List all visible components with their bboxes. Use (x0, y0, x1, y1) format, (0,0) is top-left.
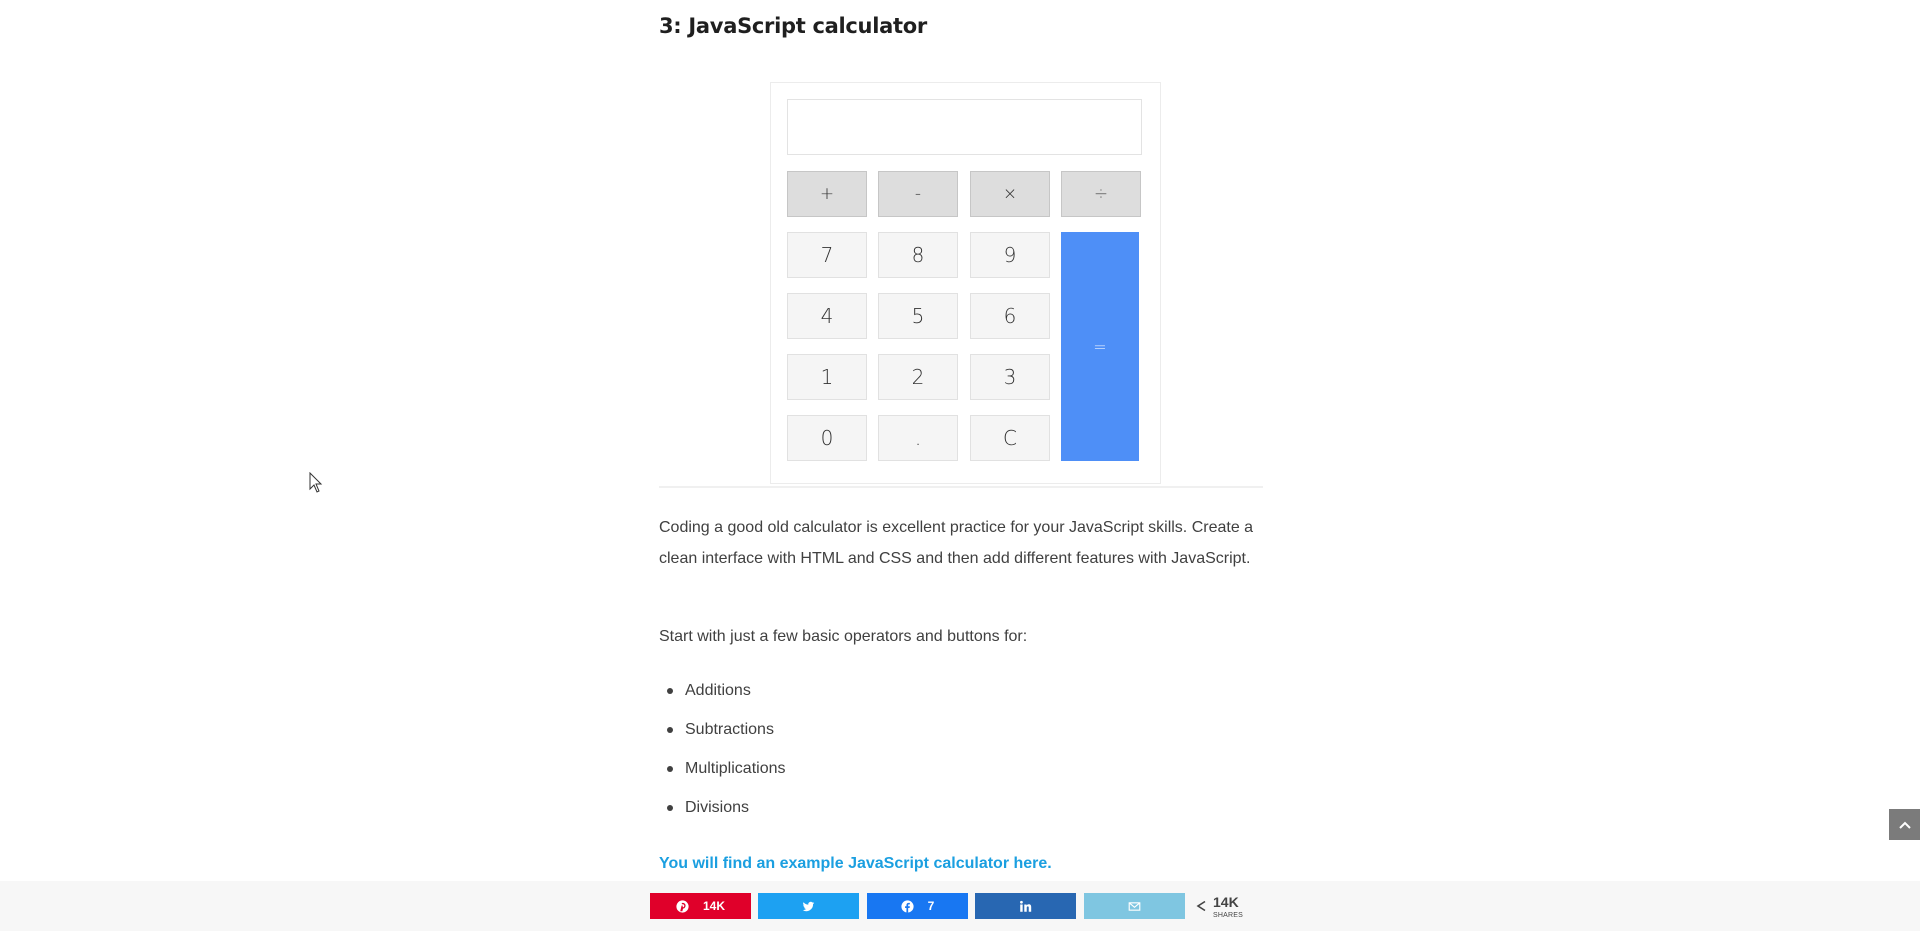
linkedin-share-button[interactable] (975, 893, 1076, 919)
twitter-share-button[interactable] (758, 893, 859, 919)
calculator-display[interactable] (787, 99, 1142, 155)
list-item: Divisions (659, 788, 785, 827)
key-1[interactable]: 1 (787, 354, 867, 400)
divide-key[interactable]: ÷ (1061, 171, 1141, 217)
key-0[interactable]: 0 (787, 415, 867, 461)
facebook-count: 7 (927, 899, 935, 913)
calculator-widget: + - × ÷ 7 8 9 4 5 6 1 2 3 0 . C = (770, 82, 1161, 484)
plus-key[interactable]: + (787, 171, 867, 217)
share-total-label: SHARES (1213, 911, 1243, 919)
mouse-cursor-icon (309, 472, 323, 493)
facebook-share-button[interactable]: 7 (867, 893, 968, 919)
multiply-key[interactable]: × (970, 171, 1050, 217)
section-heading: 3: JavaScript calculator (659, 14, 927, 38)
key-4[interactable]: 4 (787, 293, 867, 339)
share-icon (1196, 900, 1206, 912)
email-icon (1128, 901, 1141, 911)
list-item: Additions (659, 671, 785, 710)
pinterest-share-button[interactable]: 14K (650, 893, 751, 919)
list-item: Multiplications (659, 749, 785, 788)
key-9[interactable]: 9 (970, 232, 1050, 278)
share-total-count: 14K (1213, 893, 1239, 910)
key-6[interactable]: 6 (970, 293, 1050, 339)
chevron-up-icon (1898, 821, 1911, 829)
key-3[interactable]: 3 (970, 354, 1050, 400)
equals-key[interactable]: = (1061, 232, 1139, 461)
pinterest-count: 14K (702, 899, 725, 913)
key-5[interactable]: 5 (878, 293, 958, 339)
clear-key[interactable]: C (970, 415, 1050, 461)
social-share-bar: 14K 7 14K SHARES (0, 881, 1920, 931)
linkedin-icon (1020, 900, 1032, 912)
key-8[interactable]: 8 (878, 232, 958, 278)
paragraph-intro: Coding a good old calculator is excellen… (659, 519, 1254, 567)
operations-list: Additions Subtractions Multiplications D… (659, 671, 785, 827)
minus-key[interactable]: - (878, 171, 958, 217)
decimal-key[interactable]: . (878, 415, 958, 461)
email-share-button[interactable] (1084, 893, 1185, 919)
scroll-to-top-button[interactable] (1889, 809, 1920, 840)
twitter-icon (802, 901, 815, 911)
share-total: 14K SHARES (1196, 893, 1243, 919)
facebook-icon (901, 899, 914, 913)
divider (659, 486, 1263, 488)
key-2[interactable]: 2 (878, 354, 958, 400)
list-item: Subtractions (659, 710, 785, 749)
paragraph-start: Start with just a few basic operators an… (659, 628, 1028, 645)
example-calculator-link[interactable]: You will find an example JavaScript calc… (659, 855, 1052, 873)
key-7[interactable]: 7 (787, 232, 867, 278)
pinterest-icon (676, 899, 689, 913)
